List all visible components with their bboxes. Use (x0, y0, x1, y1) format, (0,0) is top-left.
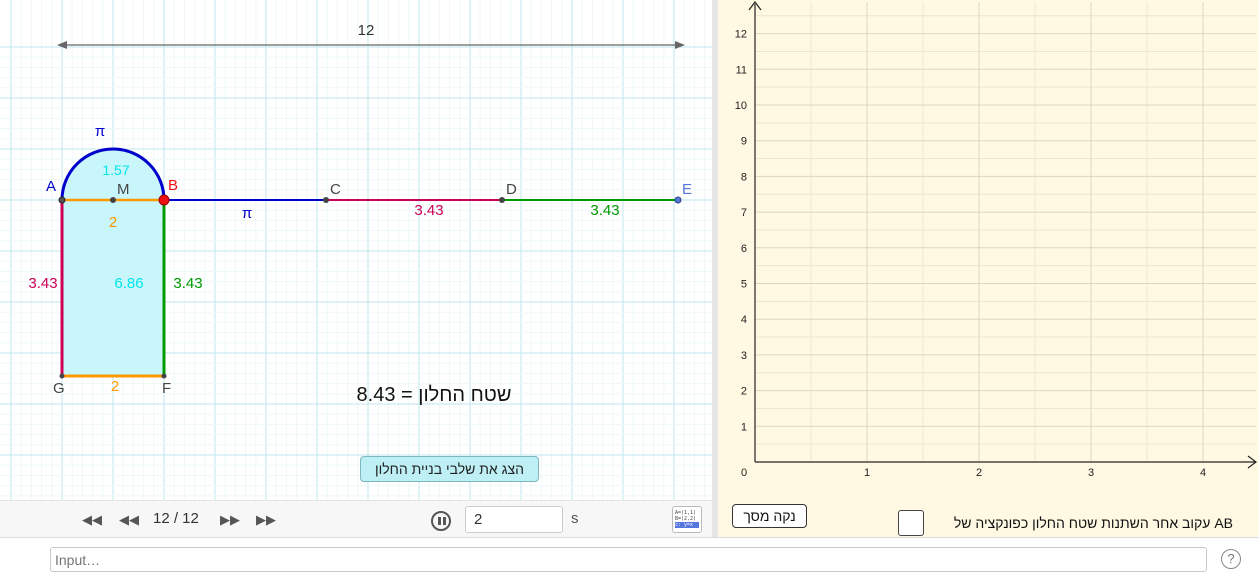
rect-area-label: 6.86 (114, 275, 143, 292)
pause-icon[interactable] (431, 511, 451, 531)
first-slide-icon[interactable]: ◀◀ (82, 511, 102, 529)
point-f (161, 373, 167, 379)
segment-cd-label: 3.43 (414, 202, 443, 219)
point-c (323, 197, 329, 203)
show-steps-button[interactable]: הצג את שלבי בניית החלון (360, 456, 539, 482)
segment-gf-label: 2 (111, 378, 119, 395)
construction-navigation-bar: ◀◀ ◀◀ 12 / 12 ▶▶ ▶▶ s A=(1,1) B=(2,2) c:… (0, 500, 712, 538)
semicircle-area-label: 1.57 (102, 162, 129, 178)
last-slide-icon[interactable]: ▶▶ (256, 511, 276, 529)
geometry-canvas[interactable]: 12 A M B C D E G F π 1.57 2 π 3.43 3.43 … (0, 0, 712, 500)
point-g (59, 373, 65, 379)
x-tick-label: 2 (976, 467, 982, 479)
label-f: F (162, 380, 171, 397)
segment-ab-label: 2 (109, 214, 117, 231)
slide-counter: 12 / 12 (153, 510, 199, 527)
y-tick-label: 6 (741, 243, 747, 255)
command-input[interactable] (50, 547, 1207, 572)
animation-speed-input[interactable] (465, 506, 563, 533)
input-bar-container: ? (0, 537, 1259, 582)
graph-grid (754, 2, 1256, 463)
x-tick-label: 1 (864, 467, 870, 479)
label-e: E (682, 181, 692, 198)
algebra-icon-line: c: y=x (675, 522, 699, 528)
graph-view[interactable]: 0 1 2 3 4 1 2 3 4 5 6 7 8 9 10 11 12 (718, 0, 1259, 537)
side-ag-label: 3.43 (28, 275, 57, 292)
point-e[interactable] (674, 196, 682, 204)
y-tick-label: 3 (741, 350, 747, 362)
side-bf-label: 3.43 (173, 275, 202, 292)
segment-de-label: 3.43 (590, 202, 619, 219)
label-d: D (506, 181, 517, 198)
y-tick-label: 8 (741, 171, 747, 183)
label-m: M (117, 181, 130, 198)
label-a: A (46, 178, 56, 195)
label-g: G (53, 380, 65, 397)
geometry-view[interactable]: 12 A M B C D E G F π 1.57 2 π 3.43 3.43 … (0, 0, 712, 500)
trace-checkbox[interactable] (898, 510, 924, 536)
trace-checkbox-label: AB עקוב אחר השתנות שטח החלון כפונקציה של (953, 515, 1233, 531)
window-area-text: שטח החלון = 8.43 (357, 384, 512, 406)
point-m (110, 197, 116, 203)
y-tick-label: 5 (741, 279, 747, 291)
algebra-view-toggle-icon[interactable]: A=(1,1) B=(2,2) c: y=x (672, 506, 702, 533)
next-slide-icon[interactable]: ▶▶ (220, 511, 240, 529)
x-tick-label: 3 (1088, 467, 1094, 479)
help-icon[interactable]: ? (1221, 549, 1241, 569)
width-value: 12 (358, 22, 375, 39)
y-tick-label: 11 (736, 64, 747, 76)
y-tick-label: 1 (741, 421, 747, 433)
y-tick-label: 4 (741, 314, 747, 326)
x-tick-label: 4 (1200, 467, 1206, 479)
point-a[interactable] (58, 196, 66, 204)
point-d (499, 197, 505, 203)
y-tick-label: 12 (735, 29, 747, 41)
graph-tick-labels: 0 1 2 3 4123456789101112 (735, 29, 1206, 479)
label-c: C (330, 181, 341, 198)
previous-slide-icon[interactable]: ◀◀ (119, 511, 139, 529)
label-b: B (168, 177, 178, 194)
segment-bc-label: π (242, 205, 252, 222)
arc-length-label: π (95, 123, 105, 140)
width-arrow-right-icon (675, 41, 685, 49)
y-tick-label: 10 (735, 100, 747, 112)
graph-canvas[interactable]: 0 1 2 3 4123456789101112 (718, 0, 1259, 537)
point-b[interactable] (158, 194, 170, 206)
y-tick-label: 2 (741, 386, 747, 398)
y-tick-label: 9 (741, 136, 747, 148)
x-tick-label: 0 (741, 467, 747, 479)
clear-screen-button[interactable]: נקה מסך (732, 504, 807, 528)
speed-unit-label: s (571, 510, 579, 527)
y-tick-label: 7 (741, 207, 747, 219)
